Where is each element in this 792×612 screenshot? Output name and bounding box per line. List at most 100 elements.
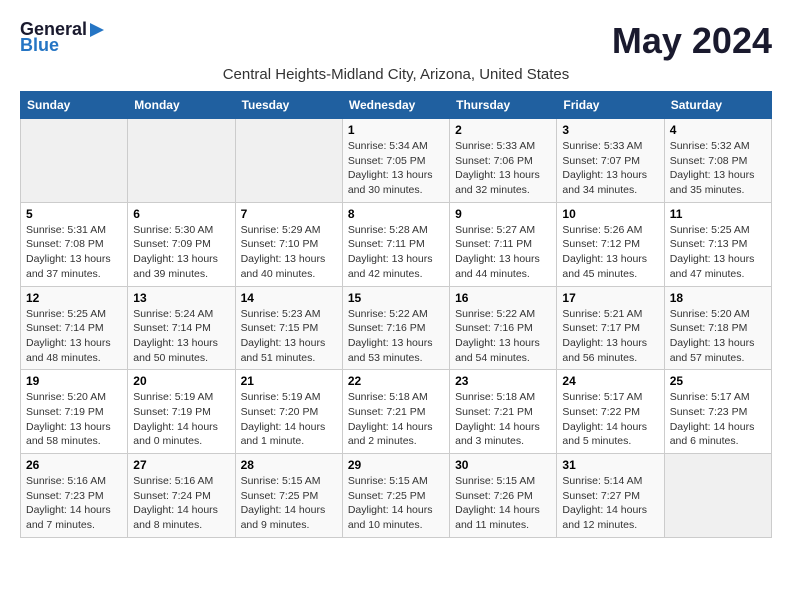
- day-of-week-header: Saturday: [664, 92, 771, 119]
- day-info: Sunrise: 5:34 AM Sunset: 7:05 PM Dayligh…: [348, 139, 444, 198]
- day-info: Sunrise: 5:15 AM Sunset: 7:25 PM Dayligh…: [241, 474, 337, 533]
- day-info: Sunrise: 5:20 AM Sunset: 7:19 PM Dayligh…: [26, 390, 122, 449]
- calendar-cell: 6Sunrise: 5:30 AM Sunset: 7:09 PM Daylig…: [128, 202, 235, 286]
- day-info: Sunrise: 5:33 AM Sunset: 7:07 PM Dayligh…: [562, 139, 658, 198]
- calendar-cell: 27 Sunrise: 5:16 AM Sunset: 7:24 PM Dayli…: [128, 454, 235, 538]
- day-info: Sunrise: 5:18 AM Sunset: 7:21 PM Dayligh…: [348, 390, 444, 449]
- day-info: Sunrise: 5:22 AM Sunset: 7:16 PM Dayligh…: [455, 307, 551, 366]
- day-info: Sunrise: 5:33 AM Sunset: 7:06 PM Dayligh…: [455, 139, 551, 198]
- day-number: 30: [455, 458, 551, 472]
- calendar-week-row: 12 Sunrise: 5:25 AM Sunset: 7:14 PM Dayli…: [21, 286, 772, 370]
- calendar-cell: [664, 454, 771, 538]
- header-row: SundayMondayTuesdayWednesdayThursdayFrid…: [21, 92, 772, 119]
- day-number: 7: [241, 207, 337, 221]
- day-info: Sunrise: 5:26 AM Sunset: 7:12 PM Dayligh…: [562, 223, 658, 282]
- day-number: 19: [26, 374, 122, 388]
- day-info: Sunrise: 5:14 AM Sunset: 7:27 PM Dayligh…: [562, 474, 658, 533]
- day-of-week-header: Monday: [128, 92, 235, 119]
- calendar-cell: 30 Sunrise: 5:15 AM Sunset: 7:26 PM Dayli…: [450, 454, 557, 538]
- day-info: Sunrise: 5:31 AM Sunset: 7:08 PM Dayligh…: [26, 223, 122, 282]
- calendar-cell: 28 Sunrise: 5:15 AM Sunset: 7:25 PM Dayli…: [235, 454, 342, 538]
- day-info: Sunrise: 5:28 AM Sunset: 7:11 PM Dayligh…: [348, 223, 444, 282]
- day-info: Sunrise: 5:25 AM Sunset: 7:14 PM Dayligh…: [26, 307, 122, 366]
- day-info: Sunrise: 5:15 AM Sunset: 7:25 PM Dayligh…: [348, 474, 444, 533]
- day-number: 9: [455, 207, 551, 221]
- day-number: 5: [26, 207, 122, 221]
- day-number: 24: [562, 374, 658, 388]
- day-number: 17: [562, 291, 658, 305]
- calendar-cell: 8 Sunrise: 5:28 AM Sunset: 7:11 PM Daylig…: [342, 202, 449, 286]
- day-number: 10: [562, 207, 658, 221]
- calendar-cell: 7 Sunrise: 5:29 AM Sunset: 7:10 PM Daylig…: [235, 202, 342, 286]
- day-number: 3: [562, 123, 658, 137]
- calendar-cell: 14 Sunrise: 5:23 AM Sunset: 7:15 PM Dayli…: [235, 286, 342, 370]
- calendar-cell: 9 Sunrise: 5:27 AM Sunset: 7:11 PM Daylig…: [450, 202, 557, 286]
- calendar-week-row: 26Sunrise: 5:16 AM Sunset: 7:23 PM Dayli…: [21, 454, 772, 538]
- calendar-week-row: 1 Sunrise: 5:34 AM Sunset: 7:05 PM Daylig…: [21, 119, 772, 203]
- day-of-week-header: Tuesday: [235, 92, 342, 119]
- calendar-week-row: 5 Sunrise: 5:31 AM Sunset: 7:08 PM Daylig…: [21, 202, 772, 286]
- day-info: Sunrise: 5:29 AM Sunset: 7:10 PM Dayligh…: [241, 223, 337, 282]
- calendar-cell: 22 Sunrise: 5:18 AM Sunset: 7:21 PM Dayli…: [342, 370, 449, 454]
- day-number: 11: [670, 207, 766, 221]
- page-header: General Blue May 2024: [20, 20, 772, 62]
- day-number: 29: [348, 458, 444, 472]
- calendar-cell: 16 Sunrise: 5:22 AM Sunset: 7:16 PM Dayli…: [450, 286, 557, 370]
- day-info: Sunrise: 5:23 AM Sunset: 7:15 PM Dayligh…: [241, 307, 337, 366]
- day-number: 13: [133, 291, 229, 305]
- day-number: 20: [133, 374, 229, 388]
- day-info: Sunrise: 5:17 AM Sunset: 7:23 PM Dayligh…: [670, 390, 766, 449]
- day-info: Sunrise: 5:16 AM Sunset: 7:23 PM Dayligh…: [26, 474, 122, 533]
- day-of-week-header: Friday: [557, 92, 664, 119]
- calendar-cell: 29 Sunrise: 5:15 AM Sunset: 7:25 PM Dayli…: [342, 454, 449, 538]
- calendar-cell: 24Sunrise: 5:17 AM Sunset: 7:22 PM Dayli…: [557, 370, 664, 454]
- day-number: 1: [348, 123, 444, 137]
- calendar-cell: 31 Sunrise: 5:14 AM Sunset: 7:27 PM Dayli…: [557, 454, 664, 538]
- day-number: 22: [348, 374, 444, 388]
- day-info: Sunrise: 5:16 AM Sunset: 7:24 PM Dayligh…: [133, 474, 229, 533]
- calendar-cell: 25Sunrise: 5:17 AM Sunset: 7:23 PM Dayli…: [664, 370, 771, 454]
- day-number: 12: [26, 291, 122, 305]
- calendar-cell: 20 Sunrise: 5:19 AM Sunset: 7:19 PM Dayli…: [128, 370, 235, 454]
- calendar-cell: 1 Sunrise: 5:34 AM Sunset: 7:05 PM Daylig…: [342, 119, 449, 203]
- logo-blue-text: Blue: [20, 36, 106, 56]
- calendar-cell: [235, 119, 342, 203]
- day-number: 16: [455, 291, 551, 305]
- calendar-cell: 3 Sunrise: 5:33 AM Sunset: 7:07 PM Daylig…: [557, 119, 664, 203]
- day-number: 27: [133, 458, 229, 472]
- calendar-cell: 12 Sunrise: 5:25 AM Sunset: 7:14 PM Dayli…: [21, 286, 128, 370]
- month-title: May 2024: [612, 20, 772, 62]
- day-of-week-header: Thursday: [450, 92, 557, 119]
- day-info: Sunrise: 5:21 AM Sunset: 7:17 PM Dayligh…: [562, 307, 658, 366]
- calendar-cell: 15 Sunrise: 5:22 AM Sunset: 7:16 PM Dayli…: [342, 286, 449, 370]
- day-number: 2: [455, 123, 551, 137]
- day-number: 6: [133, 207, 229, 221]
- calendar-cell: 5 Sunrise: 5:31 AM Sunset: 7:08 PM Daylig…: [21, 202, 128, 286]
- calendar-cell: 17 Sunrise: 5:21 AM Sunset: 7:17 PM Dayli…: [557, 286, 664, 370]
- calendar-cell: [128, 119, 235, 203]
- day-info: Sunrise: 5:19 AM Sunset: 7:19 PM Dayligh…: [133, 390, 229, 449]
- day-number: 8: [348, 207, 444, 221]
- day-number: 28: [241, 458, 337, 472]
- day-number: 31: [562, 458, 658, 472]
- day-info: Sunrise: 5:22 AM Sunset: 7:16 PM Dayligh…: [348, 307, 444, 366]
- day-number: 21: [241, 374, 337, 388]
- day-info: Sunrise: 5:15 AM Sunset: 7:26 PM Dayligh…: [455, 474, 551, 533]
- location-title: Central Heights-Midland City, Arizona, U…: [20, 66, 772, 83]
- calendar-cell: 19 Sunrise: 5:20 AM Sunset: 7:19 PM Dayli…: [21, 370, 128, 454]
- day-number: 15: [348, 291, 444, 305]
- day-info: Sunrise: 5:20 AM Sunset: 7:18 PM Dayligh…: [670, 307, 766, 366]
- calendar-cell: 26Sunrise: 5:16 AM Sunset: 7:23 PM Dayli…: [21, 454, 128, 538]
- calendar-cell: 2 Sunrise: 5:33 AM Sunset: 7:06 PM Daylig…: [450, 119, 557, 203]
- day-info: Sunrise: 5:27 AM Sunset: 7:11 PM Dayligh…: [455, 223, 551, 282]
- calendar-cell: 10 Sunrise: 5:26 AM Sunset: 7:12 PM Dayli…: [557, 202, 664, 286]
- day-info: Sunrise: 5:32 AM Sunset: 7:08 PM Dayligh…: [670, 139, 766, 198]
- calendar-cell: 4Sunrise: 5:32 AM Sunset: 7:08 PM Daylig…: [664, 119, 771, 203]
- logo: General Blue: [20, 20, 106, 56]
- day-number: 14: [241, 291, 337, 305]
- calendar-cell: [21, 119, 128, 203]
- day-of-week-header: Wednesday: [342, 92, 449, 119]
- calendar-cell: 18Sunrise: 5:20 AM Sunset: 7:18 PM Dayli…: [664, 286, 771, 370]
- calendar-cell: 23Sunrise: 5:18 AM Sunset: 7:21 PM Dayli…: [450, 370, 557, 454]
- day-info: Sunrise: 5:25 AM Sunset: 7:13 PM Dayligh…: [670, 223, 766, 282]
